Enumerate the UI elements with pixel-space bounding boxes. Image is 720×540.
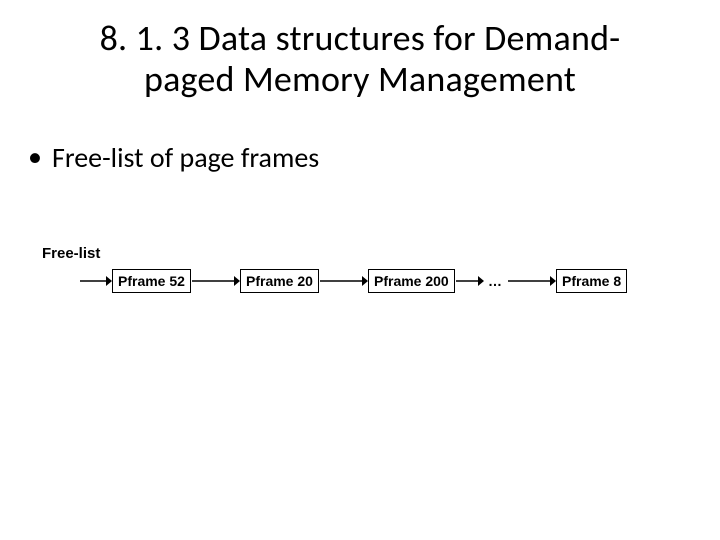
arrow-icon: [192, 269, 240, 293]
bullet-list: • Free-list of page frames: [28, 140, 680, 175]
list-node: Pframe 200: [368, 269, 455, 293]
arrow-icon: [320, 269, 368, 293]
bullet-dot-icon: •: [28, 140, 42, 174]
list-node: Pframe 8: [556, 269, 627, 293]
title-line-1: 8. 1. 3 Data structures for Demand-: [100, 16, 621, 60]
title-line-2: paged Memory Management: [144, 57, 576, 101]
bullet-item: • Free-list of page frames: [28, 140, 680, 175]
freelist-label: Free-list: [42, 245, 100, 262]
slide-title: 8. 1. 3 Data structures for Demand- page…: [40, 18, 680, 101]
bullet-text: Free-list of page frames: [52, 140, 319, 175]
arrow-icon: [456, 269, 484, 293]
list-node: Pframe 52: [112, 269, 191, 293]
arrow-icon: [80, 269, 112, 293]
arrow-icon: [508, 269, 556, 293]
freelist-diagram: Free-list Pframe 52 Pframe 20 Pframe 200…: [40, 245, 700, 305]
ellipsis: …: [488, 269, 502, 293]
list-node: Pframe 20: [240, 269, 319, 293]
slide: 8. 1. 3 Data structures for Demand- page…: [0, 0, 720, 540]
